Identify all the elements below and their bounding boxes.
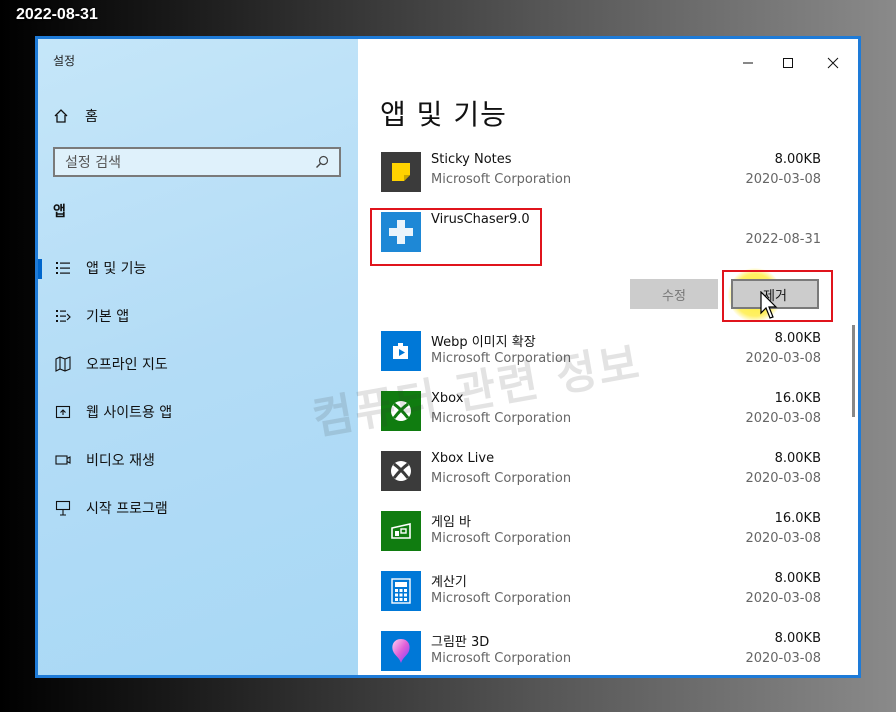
app-date: 2020-03-08 <box>745 411 821 426</box>
page-title: 앱 및 기능 <box>380 98 507 131</box>
section-title-apps: 앱 <box>53 204 66 220</box>
paint-3d-icon <box>381 631 421 671</box>
apps-features-icon <box>54 260 72 276</box>
app-date: 2020-03-08 <box>745 471 821 486</box>
sidebar-item-startup[interactable]: 시작 프로그램 <box>38 490 358 526</box>
app-publisher: Microsoft Corporation <box>431 471 572 486</box>
sidebar-item-label: 오프라인 지도 <box>86 357 168 373</box>
sticky-notes-icon <box>381 152 421 192</box>
window-title: 설정 <box>53 54 76 68</box>
maximize-icon <box>783 58 793 68</box>
maximize-button[interactable] <box>778 53 798 73</box>
app-list-item[interactable]: 게임 바 Microsoft Corporation 16.0KB 2020-0… <box>381 511 821 567</box>
app-size: 8.00KB <box>774 631 821 646</box>
app-publisher: Microsoft Corporation <box>431 531 572 546</box>
apps-for-websites-icon <box>54 404 72 420</box>
app-name: Sticky Notes <box>431 152 512 167</box>
app-list-item[interactable]: Sticky Notes Microsoft Corporation 8.00K… <box>381 152 821 208</box>
sidebar-item-offline-maps[interactable]: 오프라인 지도 <box>38 346 358 382</box>
sidebar-item-label: 앱 및 기능 <box>86 261 147 277</box>
app-date: 2022-08-31 <box>745 232 821 247</box>
app-publisher: Microsoft Corporation <box>431 651 572 666</box>
home-icon <box>54 109 68 123</box>
close-button[interactable] <box>823 53 843 73</box>
close-icon <box>827 57 839 69</box>
sidebar-item-default-apps[interactable]: 기본 앱 <box>38 298 358 334</box>
sidebar-item-video-playback[interactable]: 비디오 재생 <box>38 442 358 478</box>
modify-button[interactable]: 수정 <box>630 279 718 309</box>
app-size: 8.00KB <box>774 451 821 466</box>
home-label: 홈 <box>85 109 98 125</box>
sidebar-item-label: 기본 앱 <box>86 309 130 325</box>
xbox-live-icon <box>381 451 421 491</box>
app-size: 8.00KB <box>774 571 821 586</box>
sidebar-item-label: 웹 사이트용 앱 <box>86 405 173 421</box>
app-date: 2020-03-08 <box>745 651 821 666</box>
app-list-item[interactable]: Xbox Live Microsoft Corporation 8.00KB 2… <box>381 451 821 507</box>
home-nav[interactable]: 홈 <box>53 106 98 126</box>
app-name: 게임 바 <box>431 515 472 530</box>
app-list-item[interactable]: 그림판 3D Microsoft Corporation 8.00KB 2020… <box>381 631 821 675</box>
sidebar-item-label: 시작 프로그램 <box>86 501 168 517</box>
sidebar-item-label: 비디오 재생 <box>86 453 155 469</box>
sidebar-item-apps-features[interactable]: 앱 및 기능 <box>38 250 358 286</box>
app-date: 2020-03-08 <box>745 591 821 606</box>
minimize-icon <box>743 62 753 64</box>
mouse-cursor-icon <box>760 291 778 319</box>
settings-search-input[interactable]: 설정 검색 <box>53 147 341 177</box>
app-name: Xbox Live <box>431 451 495 466</box>
sidebar: 설정 홈 설정 검색 앱 앱 및 기능 기본 앱 오프라인 지도 웹 사이트용 … <box>38 39 358 675</box>
app-list-item[interactable]: 계산기 Microsoft Corporation 8.00KB 2020-03… <box>381 571 821 627</box>
offline-maps-icon <box>54 356 72 372</box>
calculator-icon <box>381 571 421 611</box>
video-playback-icon <box>54 452 72 468</box>
app-name: 그림판 3D <box>431 635 490 650</box>
search-placeholder: 설정 검색 <box>65 155 121 171</box>
search-icon[interactable] <box>315 155 329 169</box>
default-apps-icon <box>54 308 72 324</box>
app-date: 2020-03-08 <box>745 172 821 187</box>
app-date: 2020-03-08 <box>745 531 821 546</box>
app-publisher: Microsoft Corporation <box>431 172 572 187</box>
startup-icon <box>54 500 72 516</box>
settings-window: 설정 홈 설정 검색 앱 앱 및 기능 기본 앱 오프라인 지도 웹 사이트용 … <box>35 36 861 678</box>
app-size: 8.00KB <box>774 331 821 346</box>
app-size: 8.00KB <box>774 152 821 167</box>
game-bar-icon <box>381 511 421 551</box>
app-name: 계산기 <box>431 575 467 590</box>
app-size: 16.0KB <box>774 391 821 406</box>
selection-highlight-box <box>370 208 542 266</box>
app-size: 16.0KB <box>774 511 821 526</box>
minimize-button[interactable] <box>738 53 758 73</box>
scrollbar[interactable] <box>852 325 855 417</box>
date-stamp: 2022-08-31 <box>16 6 98 23</box>
app-publisher: Microsoft Corporation <box>431 591 572 606</box>
app-date: 2020-03-08 <box>745 351 821 366</box>
